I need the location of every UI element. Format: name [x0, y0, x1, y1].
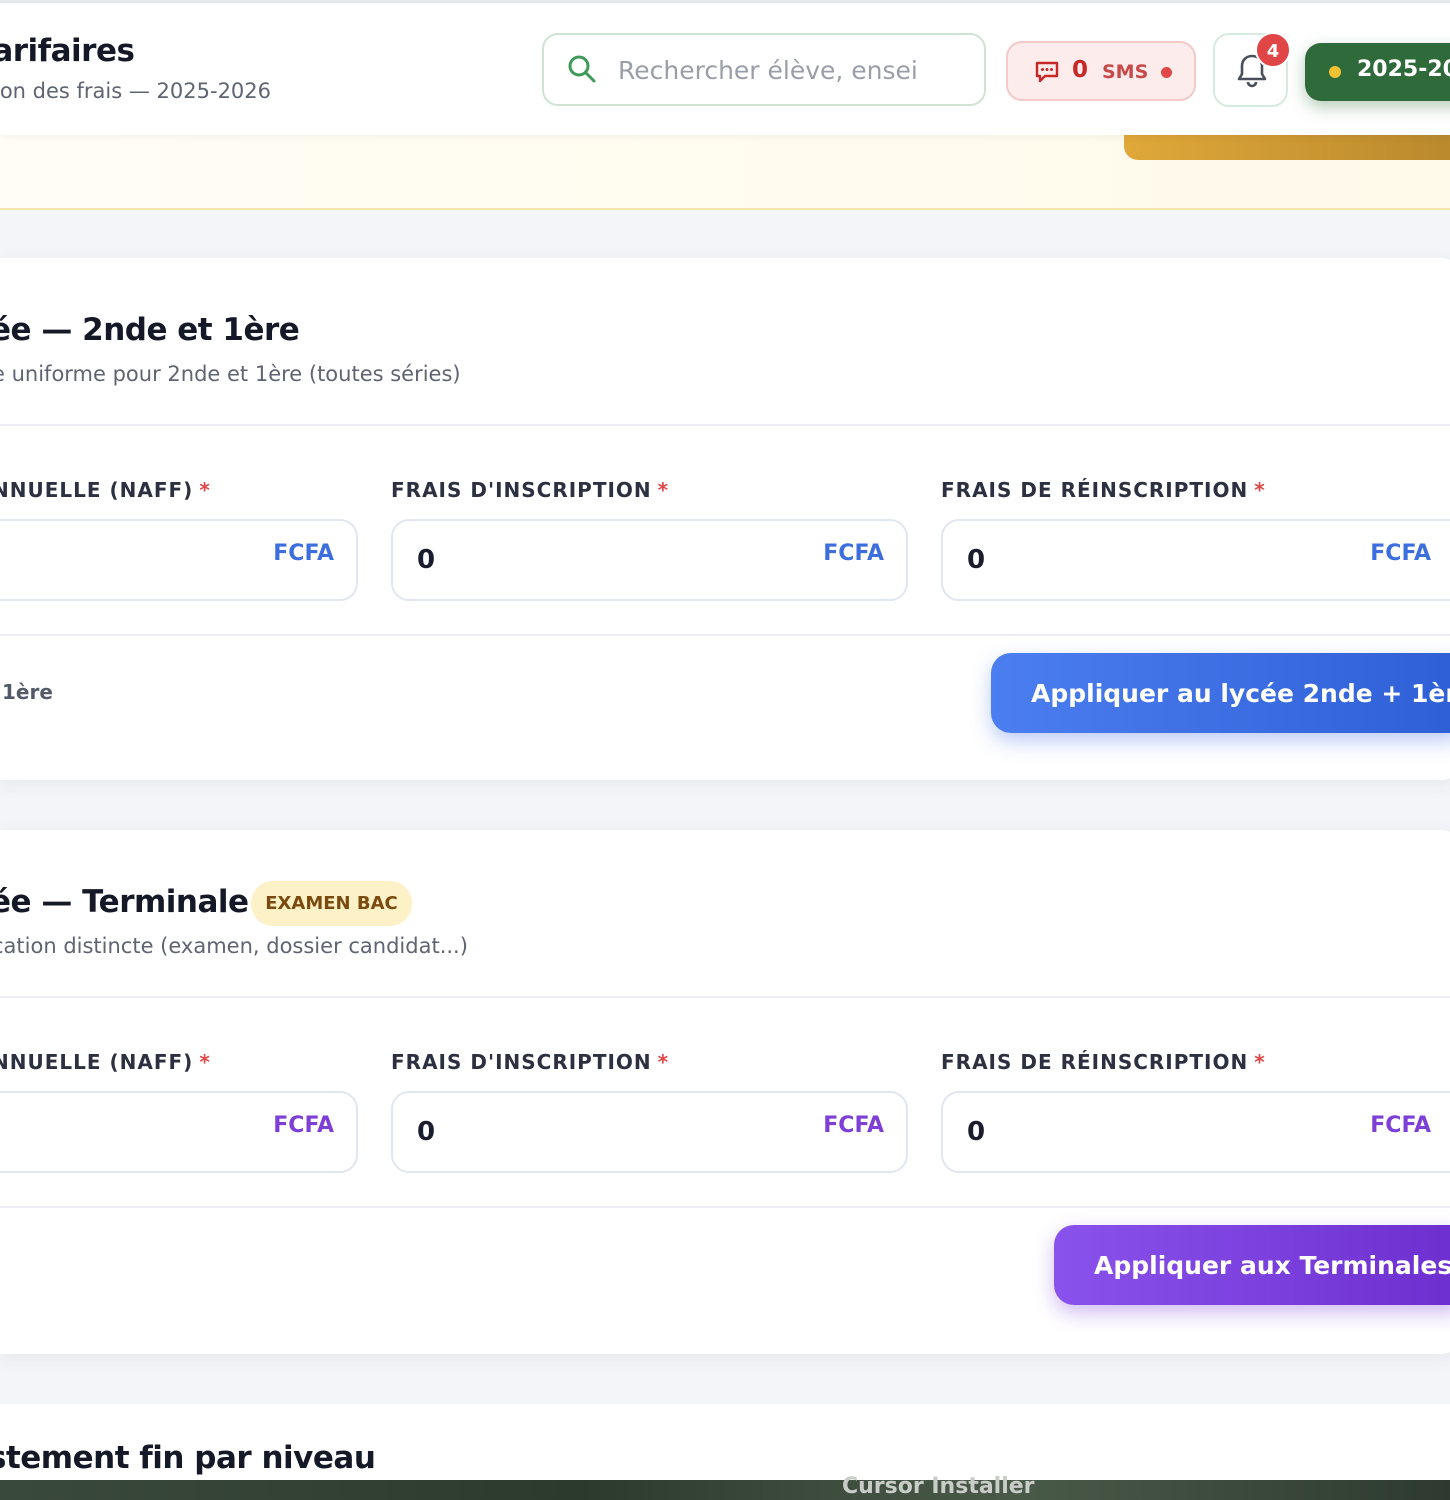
exam-tag-badge: EXAMEN BAC: [251, 881, 412, 926]
field-value: 0: [417, 1117, 436, 1147]
reregistration-fee-input[interactable]: 0 FCFA: [941, 519, 1450, 601]
currency-suffix: FCFA: [1370, 1113, 1431, 1138]
currency-suffix: FCFA: [1370, 541, 1431, 566]
school-year-selector[interactable]: 2025-2026: [1305, 43, 1450, 101]
sms-counter-button[interactable]: 0 SMS: [1006, 41, 1196, 101]
registration-fee-input[interactable]: 0 FCFA: [391, 519, 908, 601]
search-input[interactable]: [616, 35, 970, 104]
field-label-registration-fee: FRAIS D'INSCRIPTION *: [391, 478, 670, 502]
page-title: tarifaires: [0, 33, 135, 69]
year-status-dot: [1329, 66, 1341, 78]
field-value: 0: [967, 545, 986, 575]
sms-count: 0: [1072, 57, 1089, 83]
system-dock: Cursor Installer: [0, 1474, 1450, 1500]
pricing-card-terminale: ée — Terminale EXAMEN BAC cation distinc…: [0, 830, 1450, 1354]
card-footer-note: 1ère: [2, 680, 53, 704]
field-label-reregistration-fee: FRAIS DE RÉINSCRIPTION *: [941, 478, 1266, 502]
field-value: 0: [417, 545, 436, 575]
field-label-annual-fee: NNUELLE (NAFF) *: [0, 478, 211, 502]
card-description: e uniforme pour 2nde et 1ère (toutes sér…: [0, 362, 461, 386]
school-year-label: 2025-2026: [1357, 57, 1450, 82]
banner-action-button[interactable]: [1124, 132, 1450, 160]
section-title: stement fin par niveau: [0, 1440, 376, 1476]
currency-suffix: FCFA: [823, 1113, 884, 1138]
divider: [0, 1206, 1450, 1208]
divider: [0, 424, 1450, 426]
card-title: ée — 2nde et 1ère: [0, 312, 300, 348]
message-icon: [1035, 61, 1059, 83]
search-box[interactable]: [542, 33, 986, 106]
top-header: tarifaires ion des frais — 2025-2026 0 S…: [0, 0, 1450, 135]
field-label-annual-fee: NNUELLE (NAFF) *: [0, 1050, 211, 1074]
sms-label: SMS: [1102, 61, 1149, 83]
page-subtitle: ion des frais — 2025-2026: [0, 79, 272, 103]
currency-suffix: FCFA: [273, 541, 334, 566]
search-icon: [568, 55, 596, 83]
pricing-card-2nde-1ere: ée — 2nde et 1ère e uniforme pour 2nde e…: [0, 258, 1450, 780]
info-banner: [0, 132, 1450, 210]
divider: [0, 634, 1450, 636]
card-title: ée — Terminale: [0, 884, 249, 920]
reregistration-fee-input[interactable]: 0 FCFA: [941, 1091, 1450, 1173]
field-label-registration-fee: FRAIS D'INSCRIPTION *: [391, 1050, 670, 1074]
annual-fee-input[interactable]: FCFA: [0, 1091, 358, 1173]
field-value: 0: [967, 1117, 986, 1147]
divider: [0, 996, 1450, 998]
notification-badge: 4: [1255, 32, 1291, 68]
currency-suffix: FCFA: [273, 1113, 334, 1138]
card-description: cation distincte (examen, dossier candid…: [0, 934, 468, 958]
annual-fee-input[interactable]: FCFA: [0, 519, 358, 601]
sms-status-dot: [1161, 67, 1172, 78]
currency-suffix: FCFA: [823, 541, 884, 566]
dock-app-label: Cursor Installer: [842, 1474, 1035, 1499]
apply-2nde-1ere-button[interactable]: Appliquer au lycée 2nde + 1ère: [991, 653, 1450, 733]
notifications-button[interactable]: 4: [1213, 32, 1291, 107]
field-label-reregistration-fee: FRAIS DE RÉINSCRIPTION *: [941, 1050, 1266, 1074]
registration-fee-input[interactable]: 0 FCFA: [391, 1091, 908, 1173]
apply-terminale-button[interactable]: Appliquer aux Terminales: [1054, 1225, 1450, 1305]
